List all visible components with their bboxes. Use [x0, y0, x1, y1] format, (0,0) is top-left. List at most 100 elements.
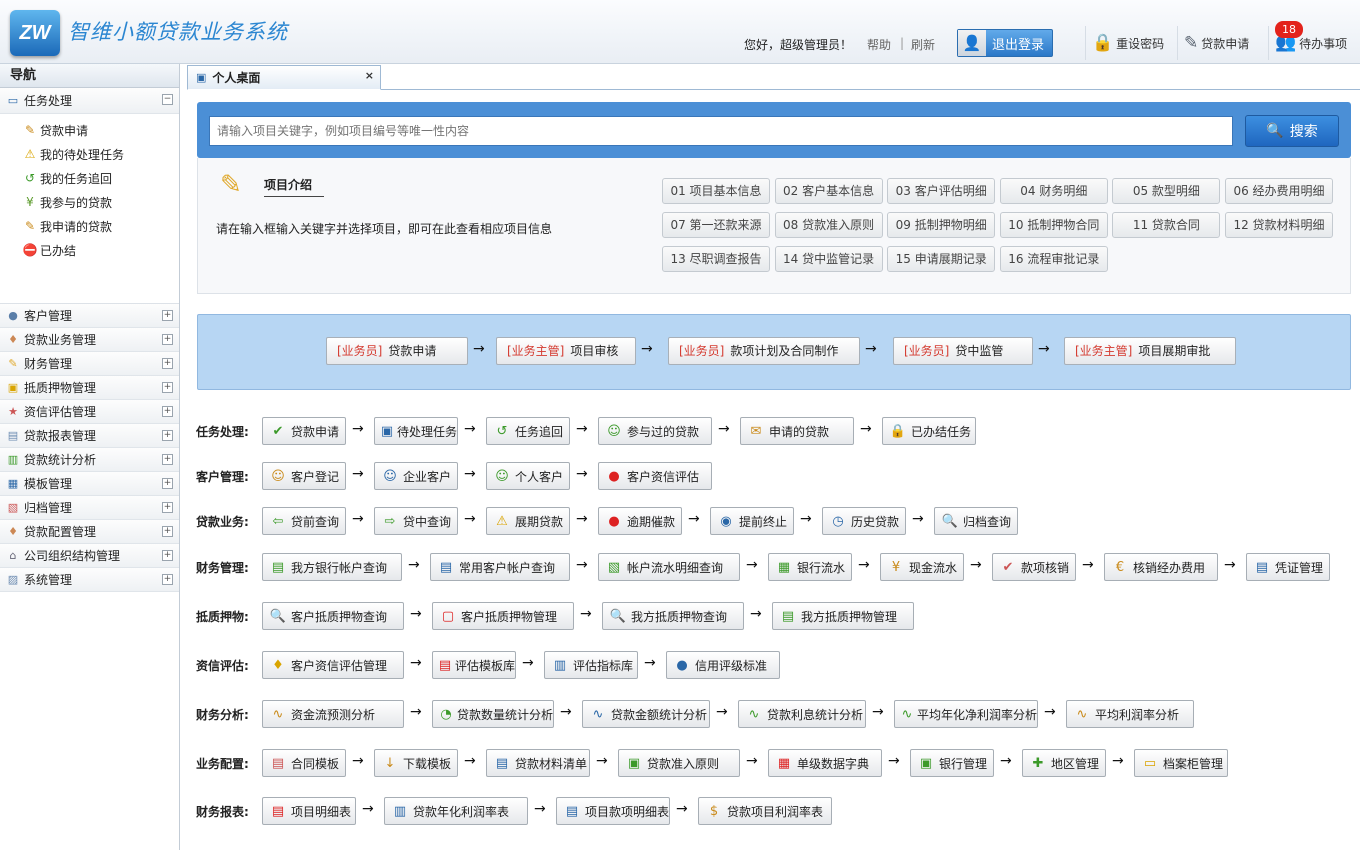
project-detail-button[interactable]: 05 款型明细 — [1112, 178, 1221, 204]
shortcut-button[interactable]: ● 逾期催款 — [598, 507, 682, 535]
sidebar-task-item[interactable]: ⚠ 我的待处理任务 — [22, 142, 179, 166]
shortcut-button[interactable]: ◔ 贷款数量统计分析 — [432, 700, 554, 728]
shortcut-button[interactable]: ↓ 下载模板 — [374, 749, 458, 777]
close-icon[interactable]: × — [365, 69, 374, 82]
sidebar-task-item[interactable]: ✎ 我申请的贷款 — [22, 214, 179, 238]
shortcut-button[interactable]: ▥ 贷款年化利润率表 — [384, 797, 528, 825]
project-detail-button[interactable]: 08 贷款准入原则 — [774, 212, 883, 238]
shortcut-button[interactable]: ▤ 项目款项明细表 — [556, 797, 670, 825]
shortcut-button[interactable]: 🔍 我方抵质押物查询 — [602, 602, 744, 630]
shortcut-button[interactable]: 🔍 客户抵质押物查询 — [262, 602, 404, 630]
project-detail-button[interactable]: 11 贷款合同 — [1112, 212, 1221, 238]
shortcut-button[interactable]: ▣ 待处理任务 — [374, 417, 458, 445]
project-detail-button[interactable]: 12 贷款材料明细 — [1225, 212, 1333, 238]
project-detail-button[interactable]: 07 第一还款来源 — [662, 212, 770, 238]
expand-icon[interactable]: + — [162, 310, 173, 321]
shortcut-button[interactable]: ⇨ 贷中查询 — [374, 507, 458, 535]
workflow-step[interactable]: [业务员] 款项计划及合同制作 — [668, 337, 860, 365]
workflow-step[interactable]: [业务主管] 项目展期审批 — [1064, 337, 1236, 365]
project-detail-button[interactable]: 15 申请展期记录 — [887, 246, 996, 272]
expand-icon[interactable]: + — [162, 454, 173, 465]
shortcut-button[interactable]: ✚ 地区管理 — [1022, 749, 1106, 777]
project-detail-button[interactable]: 03 客户评估明细 — [887, 178, 996, 204]
shortcut-button[interactable]: ✔ 贷款申请 — [262, 417, 346, 445]
expand-icon[interactable]: + — [162, 526, 173, 537]
workflow-step[interactable]: [业务主管] 项目审核 — [496, 337, 636, 365]
shortcut-button[interactable]: ▤ 我方抵质押物管理 — [772, 602, 914, 630]
shortcut-button[interactable]: 🔒 已办结任务 — [882, 417, 976, 445]
expand-icon[interactable]: + — [162, 382, 173, 393]
shortcut-button[interactable]: ▤ 合同模板 — [262, 749, 346, 777]
shortcut-button[interactable]: ∿ 平均年化净利润率分析 — [894, 700, 1038, 728]
shortcut-button[interactable]: ✔ 款项核销 — [992, 553, 1076, 581]
shortcut-button[interactable]: ☺ 客户登记 — [262, 462, 346, 490]
shortcut-button[interactable]: ▭ 档案柜管理 — [1134, 749, 1228, 777]
project-detail-button[interactable]: 01 项目基本信息 — [662, 178, 770, 204]
shortcut-button[interactable]: ▧ 帐户流水明细查询 — [598, 553, 740, 581]
project-detail-button[interactable]: 10 抵制押物合同 — [999, 212, 1108, 238]
sidebar-task-item[interactable]: ↺ 我的任务追回 — [22, 166, 179, 190]
expand-icon[interactable]: + — [162, 478, 173, 489]
search-button[interactable]: 🔍 搜索 — [1245, 115, 1339, 147]
project-detail-button[interactable]: 14 贷中监管记录 — [774, 246, 883, 272]
shortcut-button[interactable]: ▢ 客户抵质押物管理 — [432, 602, 574, 630]
sidebar-task-item[interactable]: ✎ 贷款申请 — [22, 118, 179, 142]
sidebar-task-item[interactable]: ¥ 我参与的贷款 — [22, 190, 179, 214]
shortcut-button[interactable]: ▦ 单级数据字典 — [768, 749, 882, 777]
sidebar-group[interactable]: ▨ 系统管理 + — [0, 568, 179, 592]
sidebar-group[interactable]: ▦ 模板管理 + — [0, 472, 179, 496]
shortcut-button[interactable]: ▥ 评估指标库 — [544, 651, 638, 679]
shortcut-button[interactable]: ☺ 参与过的贷款 — [598, 417, 712, 445]
shortcut-button[interactable]: ∿ 平均利润率分析 — [1066, 700, 1194, 728]
project-detail-button[interactable]: 09 抵制押物明细 — [887, 212, 996, 238]
shortcut-button[interactable]: ¥ 现金流水 — [880, 553, 964, 581]
shortcut-button[interactable]: ▤ 凭证管理 — [1246, 553, 1330, 581]
shortcut-button[interactable]: ∿ 贷款金额统计分析 — [582, 700, 710, 728]
sidebar-group[interactable]: ▧ 归档管理 + — [0, 496, 179, 520]
shortcut-button[interactable]: ♦ 客户资信评估管理 — [262, 651, 404, 679]
expand-icon[interactable]: + — [162, 502, 173, 513]
shortcut-button[interactable]: ▦ 银行流水 — [768, 553, 852, 581]
expand-icon[interactable]: + — [162, 430, 173, 441]
shortcut-button[interactable]: ▣ 银行管理 — [910, 749, 994, 777]
refresh-link[interactable]: 刷新 — [911, 36, 935, 53]
shortcut-button[interactable]: 🔍 归档查询 — [934, 507, 1018, 535]
shortcut-button[interactable]: ● 客户资信评估 — [598, 462, 712, 490]
shortcut-button[interactable]: ● 信用评级标准 — [666, 651, 780, 679]
sidebar-group[interactable]: ● 客户管理 + — [0, 304, 179, 328]
shortcut-button[interactable]: ◉ 提前终止 — [710, 507, 794, 535]
expand-icon[interactable]: + — [162, 574, 173, 585]
project-detail-button[interactable]: 02 客户基本信息 — [774, 178, 883, 204]
expand-icon[interactable]: + — [162, 358, 173, 369]
shortcut-button[interactable]: ▤ 贷款材料清单 — [486, 749, 590, 777]
project-detail-button[interactable]: 06 经办费用明细 — [1225, 178, 1333, 204]
expand-icon[interactable]: + — [162, 406, 173, 417]
shortcut-button[interactable]: ▤ 项目明细表 — [262, 797, 356, 825]
sidebar-group[interactable]: ▣ 抵质押物管理 + — [0, 376, 179, 400]
shortcut-button[interactable]: ▤ 常用客户帐户查询 — [430, 553, 570, 581]
search-input[interactable] — [209, 116, 1233, 146]
shortcut-button[interactable]: ▣ 贷款准入原则 — [618, 749, 740, 777]
sidebar-group[interactable]: ♦ 贷款业务管理 + — [0, 328, 179, 352]
shortcut-button[interactable]: ▤ 评估模板库 — [432, 651, 516, 679]
tab-personal-desktop[interactable]: ▣ 个人桌面 × — [187, 65, 381, 90]
reset-password-button[interactable]: 🔒 重设密码 — [1085, 26, 1164, 60]
sidebar-group[interactable]: ✎ 财务管理 + — [0, 352, 179, 376]
shortcut-button[interactable]: ✉ 申请的贷款 — [740, 417, 854, 445]
shortcut-button[interactable]: ☺ 个人客户 — [486, 462, 570, 490]
sidebar-group[interactable]: ♦ 贷款配置管理 + — [0, 520, 179, 544]
expand-icon[interactable]: + — [162, 550, 173, 561]
shortcut-button[interactable]: € 核销经办费用 — [1104, 553, 1218, 581]
shortcut-button[interactable]: ↺ 任务追回 — [486, 417, 570, 445]
shortcut-button[interactable]: ∿ 资金流预测分析 — [262, 700, 404, 728]
project-detail-button[interactable]: 13 尽职调查报告 — [662, 246, 770, 272]
shortcut-button[interactable]: ☺ 企业客户 — [374, 462, 458, 490]
sidebar-group[interactable]: ▥ 贷款统计分析 + — [0, 448, 179, 472]
shortcut-button[interactable]: ⇦ 贷前查询 — [262, 507, 346, 535]
project-detail-button[interactable]: 16 流程审批记录 — [999, 246, 1108, 272]
sidebar-group[interactable]: ⌂ 公司组织结构管理 + — [0, 544, 179, 568]
help-link[interactable]: 帮助 — [867, 36, 891, 53]
loan-apply-header-button[interactable]: ✎ 贷款申请 — [1177, 26, 1249, 60]
project-detail-button[interactable]: 04 财务明细 — [999, 178, 1108, 204]
shortcut-button[interactable]: ∿ 贷款利息统计分析 — [738, 700, 866, 728]
